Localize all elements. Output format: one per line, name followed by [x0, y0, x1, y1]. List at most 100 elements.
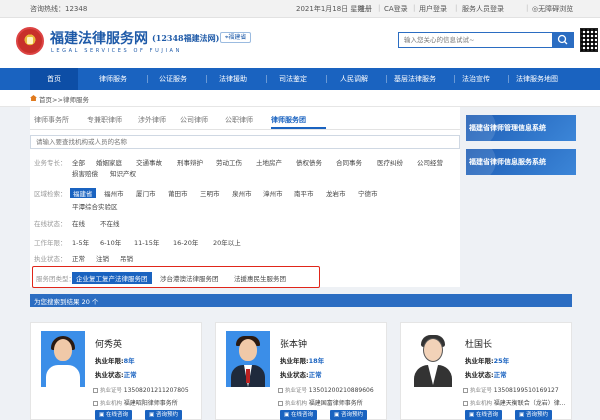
region-option[interactable]: 泉州市	[232, 188, 252, 198]
nav-service-map[interactable]: 法律服务地图	[516, 68, 558, 90]
lawyer-info-service-system-banner[interactable]: 福建省律师信息服务系统	[466, 149, 576, 175]
years-option[interactable]: 16-20年	[173, 237, 198, 247]
staff-login-link[interactable]: 服务人员登录	[462, 4, 504, 14]
years-filter-label: 工作年限：	[34, 239, 67, 247]
online-consult-button[interactable]: ▣ 在线咨询	[465, 410, 502, 420]
court-seal-logo[interactable]	[16, 27, 44, 55]
nav-mediation[interactable]: 人民调解	[340, 68, 368, 90]
business-option[interactable]: 损害赔偿	[72, 168, 98, 178]
status-option[interactable]: 吊销	[120, 253, 133, 263]
lawyer-name[interactable]: 杜国长	[465, 337, 492, 350]
certificate-icon	[278, 388, 283, 393]
region-option[interactable]: 厦门市	[136, 188, 156, 198]
business-option[interactable]: 刑事辩护	[177, 157, 203, 167]
nav-law-promotion[interactable]: 法治宣传	[462, 68, 490, 90]
group-type-filter-label: 服务团类型：	[36, 275, 75, 283]
group-type-option[interactable]: 法援惠民生服务团	[234, 273, 286, 283]
lawyer-firm: 执业机构 福建国富律师事务所	[278, 398, 363, 407]
breadcrumb-home[interactable]: 首页>>	[39, 94, 63, 104]
online-consult-button[interactable]: ▣ 在线咨询	[95, 410, 132, 420]
lawyer-years: 执业年限:18年	[280, 357, 325, 365]
panel-search-input[interactable]	[31, 136, 411, 148]
lawyer-status: 执业状态:正常	[95, 371, 137, 379]
lawyer-cert: 执业证号 13508201211207805	[93, 386, 189, 394]
business-option[interactable]: 交通事故	[136, 157, 162, 167]
site-english-name: LEGAL SERVICES OF FUJIAN	[51, 48, 182, 54]
tab-public-lawyer[interactable]: 公职律师	[225, 115, 253, 125]
group-type-option-selected[interactable]: 企业复工复产法律服务团	[72, 272, 152, 284]
region-option[interactable]: 莆田市	[168, 188, 188, 198]
lawyer-photo	[226, 331, 270, 387]
chat-icon: ▣	[469, 412, 475, 418]
lawyer-card[interactable]: 张本钟 执业年限:18年 执业状态:正常 执业证号 13501200210889…	[215, 322, 387, 420]
nav-legal-aid[interactable]: 法律援助	[219, 68, 247, 90]
years-option[interactable]: 6-10年	[100, 237, 121, 247]
ca-login-link[interactable]: CA登录	[384, 4, 408, 14]
lawyer-years: 执业年限:8年	[95, 357, 135, 365]
region-option[interactable]: 三明市	[200, 188, 220, 198]
user-login-link[interactable]: 用户登录	[419, 4, 447, 14]
business-option[interactable]: 公司经营	[417, 157, 443, 167]
lawyer-management-system-banner[interactable]: 福建省律师管理信息系统	[466, 115, 576, 141]
years-option[interactable]: 11-15年	[134, 237, 159, 247]
lawyer-name[interactable]: 张本钟	[280, 337, 307, 350]
lawyer-card[interactable]: 杜国长 执业年限:25年 执业状态:正常 执业证号 13508199510169…	[400, 322, 572, 420]
search-panel: 律师事务所 专兼职律师 涉外律师 公司律师 公职律师 律师服务团 业务专长： 全…	[30, 107, 460, 288]
region-option[interactable]: 龙岩市	[326, 188, 346, 198]
register-link[interactable]: 注册	[358, 4, 372, 14]
building-icon	[463, 401, 468, 406]
lawyer-card[interactable]: 何秀英 执业年限:8年 执业状态:正常 执业证号 135082012112078…	[30, 322, 202, 420]
status-option[interactable]: 正常	[72, 253, 85, 263]
business-option[interactable]: 债权债务	[296, 157, 322, 167]
business-option[interactable]: 婚姻家庭	[96, 157, 122, 167]
region-option[interactable]: 漳州市	[263, 188, 283, 198]
online-consult-button[interactable]: ▣ 在线咨询	[280, 410, 317, 420]
book-consult-button[interactable]: ▣ 咨询预约	[330, 410, 367, 420]
online-option[interactable]: 不在线	[100, 218, 120, 228]
certificate-icon	[463, 388, 468, 393]
region-option[interactable]: 福州市	[104, 188, 124, 198]
business-option[interactable]: 劳动工伤	[216, 157, 242, 167]
site-title[interactable]: 福建法律服务网	[50, 28, 148, 48]
location-selector[interactable]: ⌖福建省	[220, 32, 252, 43]
building-icon	[278, 401, 283, 406]
years-option[interactable]: 1-5年	[72, 237, 89, 247]
years-option[interactable]: 20年以上	[213, 237, 241, 247]
breadcrumb-current: 律师服务	[63, 96, 89, 104]
nav-forensic[interactable]: 司法鉴定	[279, 68, 307, 90]
book-consult-button[interactable]: ▣ 咨询预约	[515, 410, 552, 420]
group-type-option[interactable]: 涉台港澳法律服务团	[160, 273, 219, 283]
business-option[interactable]: 土地房产	[256, 157, 282, 167]
tab-foreign-lawyer[interactable]: 涉外律师	[138, 115, 166, 125]
accessibility-link[interactable]: ◎无障碍浏览	[532, 4, 573, 14]
region-option[interactable]: 宁德市	[358, 188, 378, 198]
region-option[interactable]: 南平市	[294, 188, 314, 198]
header-search-input[interactable]	[399, 33, 549, 47]
tab-company-lawyer[interactable]: 公司律师	[180, 115, 208, 125]
tab-lawyer-service-group[interactable]: 律师服务团	[271, 115, 306, 125]
panel-search	[30, 135, 460, 149]
nav-lawyer-service[interactable]: 律师服务	[99, 68, 127, 90]
main-nav: 首页 律师服务 公证服务 法律援助 司法鉴定 人民调解 基层法律服务 法治宣传 …	[0, 68, 600, 90]
region-option-selected[interactable]: 福建省	[70, 188, 96, 198]
business-option[interactable]: 合同事务	[336, 157, 362, 167]
tab-law-firm[interactable]: 律师事务所	[34, 115, 69, 125]
header-search	[398, 32, 574, 48]
nav-notary-service[interactable]: 公证服务	[159, 68, 187, 90]
region-filter-label: 区域检索：	[34, 190, 67, 198]
building-icon	[93, 401, 98, 406]
nav-home[interactable]: 首页	[30, 68, 78, 90]
online-option[interactable]: 在线	[72, 218, 85, 228]
business-option[interactable]: 全部	[72, 157, 85, 167]
book-consult-button[interactable]: ▣ 咨询预约	[145, 410, 182, 420]
tab-fulltime-lawyer[interactable]: 专兼职律师	[87, 115, 122, 125]
chat-icon: ▣	[284, 412, 290, 418]
business-option[interactable]: 知识产权	[110, 168, 136, 178]
business-option[interactable]: 医疗纠纷	[377, 157, 403, 167]
lawyer-cert: 执业证号 13508199510169127	[463, 386, 559, 394]
header-search-button[interactable]	[552, 32, 574, 48]
region-option[interactable]: 平潭综合实验区	[72, 201, 118, 211]
status-option[interactable]: 注销	[96, 253, 109, 263]
nav-grassroots-service[interactable]: 基层法律服务	[394, 68, 436, 90]
lawyer-name[interactable]: 何秀英	[95, 337, 122, 350]
